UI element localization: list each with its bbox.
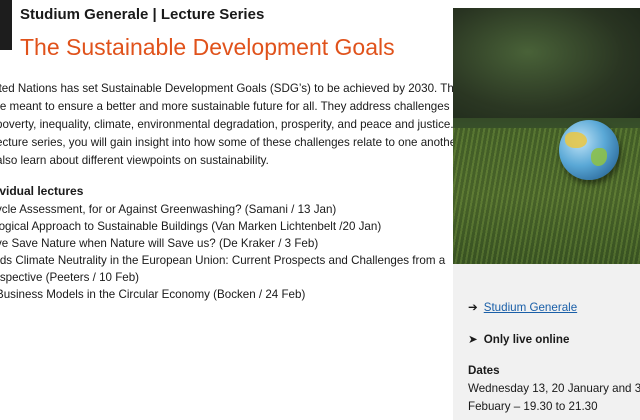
photo-background-blur (453, 8, 640, 118)
intro-line: poverty, inequality, climate, environmen… (0, 118, 454, 131)
live-online-info: ➤ Only live online (468, 332, 569, 346)
page-title: The Sustainable Development Goals (20, 34, 395, 60)
intro-line: ecture series, you will gain insight int… (0, 136, 463, 149)
intro-line: re meant to ensure a better and more sus… (0, 100, 450, 113)
dates-heading: Dates (468, 364, 500, 377)
lecture-item: ycle Assessment, for or Against Greenwas… (0, 203, 337, 216)
lecture-item: rds Climate Neutrality in the European U… (0, 254, 446, 267)
lecture-item: logical Approach to Sustainable Building… (0, 220, 382, 233)
event-info-sidebar: ➔ Studium Generale ➤ Only live online Date… (453, 264, 640, 420)
intro-line: ited Nations has set Sustainable Develop… (0, 82, 473, 95)
globe-image (559, 120, 619, 180)
intro-paragraph: ited Nations has set Sustainable Develop… (0, 80, 473, 170)
lecture-list: ycle Assessment, for or Against Greenwas… (0, 201, 445, 303)
studium-generale-link-label: Studium Generale (483, 301, 578, 314)
location-arrow-icon: ➤ (468, 333, 478, 346)
header-accent-block (0, 0, 12, 50)
intro-line: also learn about different viewpoints on… (0, 154, 269, 167)
studium-generale-link[interactable]: ➔ Studium Generale (468, 300, 577, 314)
series-label: Studium Generale | Lecture Series (20, 6, 265, 23)
lecture-item: ve Save Nature when Nature will Save us?… (0, 237, 319, 250)
globe-landmass (565, 132, 587, 148)
lectures-heading: ividual lectures (0, 184, 84, 198)
dates-line: Wednesday 13, 20 January and 3, 10 (468, 382, 640, 395)
dates-line: Febuary – 19.30 to 21.30 (468, 400, 598, 413)
lecture-item: rspective (Peeters / 10 Feb) (0, 271, 140, 284)
live-online-label: Only live online (483, 333, 570, 346)
lecture-item: Business Models in the Circular Economy … (0, 288, 306, 301)
arrow-right-icon: ➔ (468, 301, 478, 314)
globe-on-grass-photo (453, 8, 640, 264)
